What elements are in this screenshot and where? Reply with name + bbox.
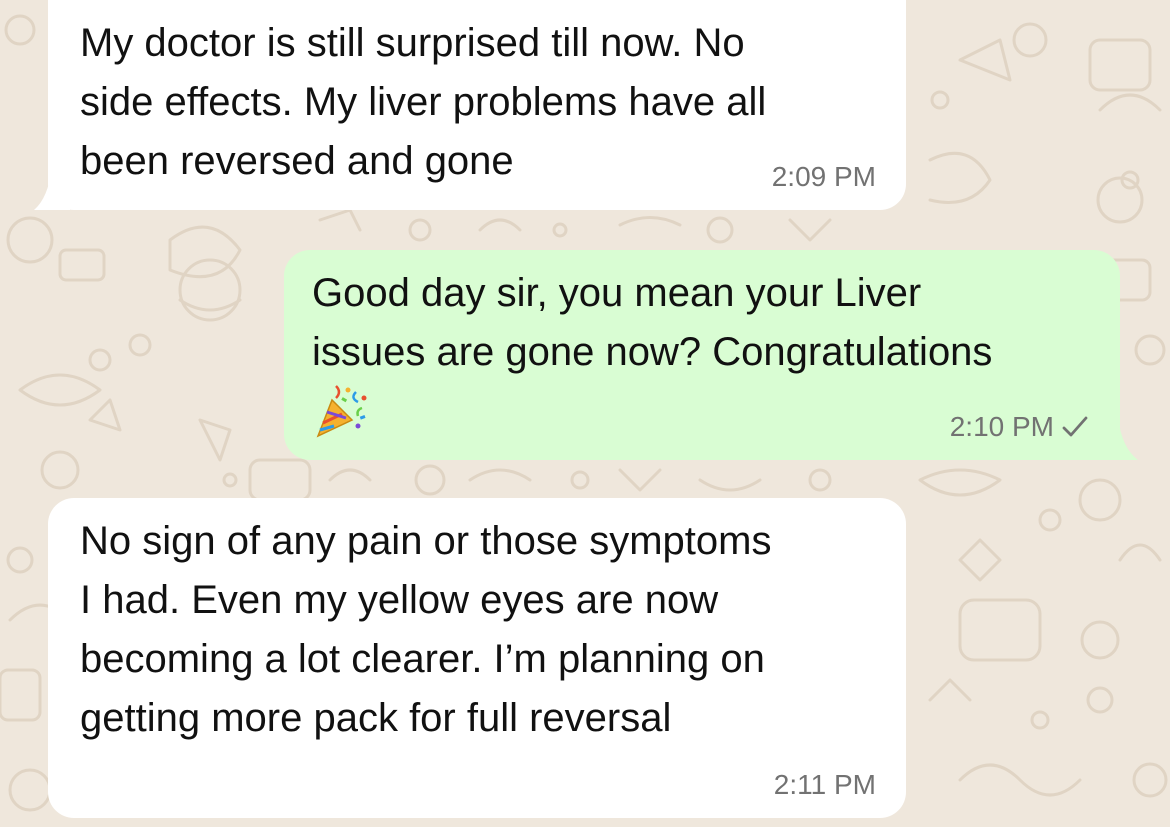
message-timestamp: 2:11 PM (773, 769, 876, 800)
sent-check-icon (1060, 412, 1090, 442)
message-timestamp: 2:10 PM (949, 411, 1054, 442)
message-text: Good day sir, you mean your Liver issues… (312, 271, 993, 374)
message-text: No sign of any pain or those symptoms I … (80, 519, 772, 740)
party-popper-icon (312, 382, 370, 440)
message-bubble-incoming[interactable]: No sign of any pain or those symptoms I … (48, 498, 906, 818)
message-time: 2:10 PM (950, 412, 1090, 442)
message-time: 2:09 PM (772, 162, 876, 192)
message-text: My doctor is still surprised till now. N… (80, 21, 767, 183)
message-bubble-outgoing[interactable]: Good day sir, you mean your Liver issues… (284, 250, 1120, 460)
message-time: 2:11 PM (774, 770, 876, 800)
message-bubble-incoming[interactable]: My doctor is still surprised till now. N… (48, 0, 906, 210)
message-timestamp: 2:09 PM (771, 161, 876, 192)
